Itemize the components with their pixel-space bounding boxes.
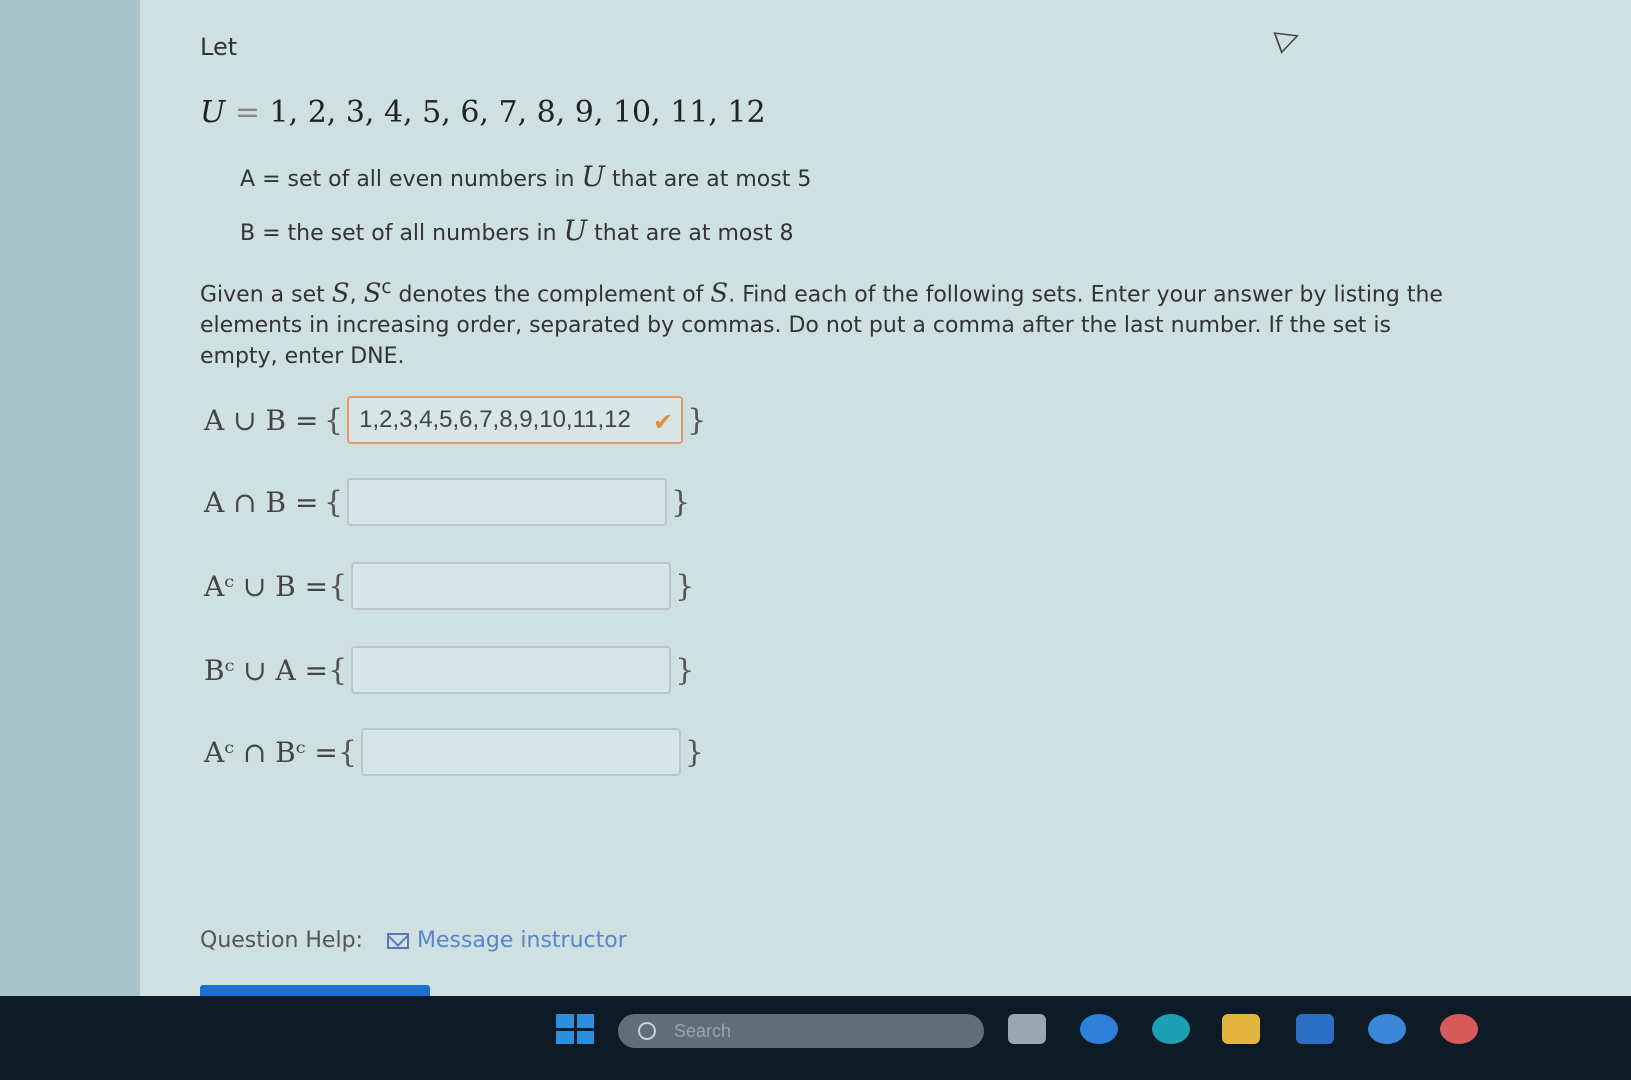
row-label: Aᶜ ∩ Bᶜ =: [204, 735, 338, 769]
close-brace: }: [687, 402, 707, 438]
search-icon: [638, 1022, 656, 1040]
left-gutter: [0, 0, 140, 1038]
complement-superscript: c: [381, 277, 392, 298]
app-icon[interactable]: [1080, 1014, 1118, 1044]
question-help-label: Question Help:: [200, 928, 363, 953]
set-variable: S: [363, 278, 382, 309]
close-brace: }: [675, 652, 695, 688]
app-icon[interactable]: [1440, 1014, 1478, 1044]
open-brace: {: [337, 734, 357, 770]
answer-input-bc-union-a[interactable]: [351, 646, 672, 694]
open-brace: {: [328, 652, 348, 688]
taskbar-search-placeholder: Search: [674, 1020, 732, 1041]
set-b-condition: that are at most 8: [594, 221, 794, 246]
row-label: A ∩ B =: [204, 485, 319, 519]
instructions: Given a set S, Sc denotes the complement…: [200, 272, 1460, 372]
universe-elements: 1, 2, 3, 4, 5, 6, 7, 8, 9, 10, 11, 12: [269, 95, 766, 130]
folder-icon[interactable]: [1222, 1014, 1260, 1044]
row-label: Aᶜ ∪ B =: [204, 569, 329, 603]
set-a-name: A: [240, 167, 256, 192]
answer-input-a-intersect-b[interactable]: [347, 478, 668, 526]
answer-input-a-union-b[interactable]: 1,2,3,4,5,6,7,8,9,10,11,12 ✔: [347, 396, 684, 444]
store-icon[interactable]: [1296, 1014, 1334, 1044]
set-a-condition: that are at most 5: [612, 167, 812, 192]
app-icon[interactable]: [1368, 1014, 1406, 1044]
equals-sign: =: [234, 95, 260, 130]
set-b-definition: B = the set of all numbers in U that are…: [240, 214, 793, 247]
taskbar-search-input[interactable]: Search: [618, 1014, 984, 1048]
open-brace: {: [328, 568, 348, 604]
universe-symbol: U: [581, 160, 606, 193]
open-brace: {: [324, 484, 344, 520]
windows-start-icon[interactable]: [556, 1014, 594, 1044]
set-a-text: set of all even numbers in: [287, 167, 575, 192]
open-brace: {: [324, 402, 344, 438]
file-explorer-icon[interactable]: [1008, 1014, 1046, 1044]
taskbar: Search: [0, 996, 1631, 1080]
instructions-text: Given a set: [200, 282, 332, 308]
instructions-text: denotes the complement of: [391, 282, 711, 308]
answer-value: 1,2,3,4,5,6,7,8,9,10,11,12: [359, 406, 631, 433]
answer-row-a-union-b: A ∪ B = { 1,2,3,4,5,6,7,8,9,10,11,12 ✔ }: [204, 392, 706, 448]
equals-sign: =: [262, 167, 281, 192]
set-variable: S: [331, 278, 350, 309]
set-b-name: B: [240, 221, 256, 246]
answer-row-ac-intersect-bc: Aᶜ ∩ Bᶜ = { }: [204, 724, 704, 780]
intro-text: Let: [200, 33, 238, 61]
equals-sign: =: [262, 221, 281, 246]
set-variable: S: [710, 278, 729, 309]
close-brace: }: [671, 484, 691, 520]
check-icon: ✔: [652, 409, 674, 436]
set-b-text: the set of all numbers in: [287, 221, 557, 246]
message-instructor-link[interactable]: Message instructor: [417, 928, 627, 953]
close-brace: }: [684, 734, 704, 770]
set-a-definition: A = set of all even numbers in U that ar…: [240, 160, 811, 193]
answer-input-ac-union-b[interactable]: [351, 562, 672, 610]
answer-row-bc-union-a: Bᶜ ∪ A = { }: [204, 642, 694, 698]
instructions-text: ,: [349, 282, 364, 308]
question-help: Question Help: Message instructor: [200, 928, 627, 953]
row-label: A ∪ B =: [204, 403, 319, 437]
mail-icon[interactable]: [386, 932, 409, 949]
universe-definition: U = 1, 2, 3, 4, 5, 6, 7, 8, 9, 10, 11, 1…: [200, 95, 766, 130]
universe-symbol: U: [563, 214, 588, 247]
universe-symbol: U: [200, 95, 226, 130]
close-brace: }: [675, 568, 695, 604]
answer-row-ac-union-b: Aᶜ ∪ B = { }: [204, 558, 694, 614]
answer-row-a-intersect-b: A ∩ B = { }: [204, 474, 690, 530]
row-label: Bᶜ ∪ A =: [204, 653, 329, 687]
answer-input-ac-intersect-bc[interactable]: [360, 728, 681, 776]
edge-icon[interactable]: [1152, 1014, 1190, 1044]
